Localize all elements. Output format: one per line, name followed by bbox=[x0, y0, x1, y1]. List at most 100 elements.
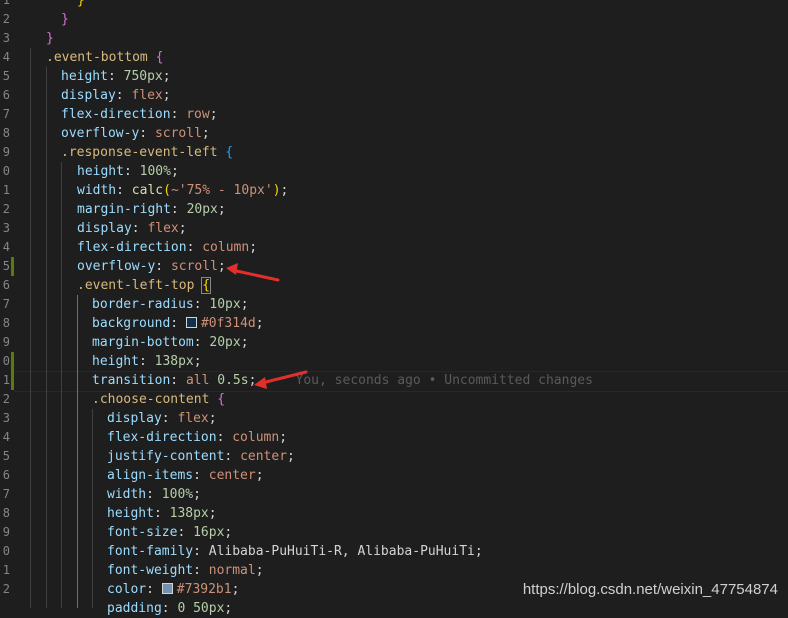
git-modified-marker bbox=[11, 352, 14, 371]
indent-guide bbox=[30, 48, 31, 608]
code-line: margin-right: 20px; bbox=[77, 202, 226, 217]
code-line: height: 100%; bbox=[77, 164, 179, 179]
opening-brace: { bbox=[201, 277, 212, 294]
color-swatch[interactable] bbox=[161, 583, 173, 594]
line-number: 0 bbox=[2, 354, 10, 368]
code-line: } bbox=[46, 29, 54, 48]
css-property: display bbox=[107, 411, 162, 426]
css-property: height bbox=[77, 164, 124, 179]
line-number: 6 bbox=[2, 468, 10, 482]
line-number: 6 bbox=[2, 278, 10, 292]
code-line: font-weight: normal; bbox=[107, 563, 264, 578]
line-number: 0 bbox=[2, 164, 10, 178]
red-arrow-icon bbox=[226, 263, 280, 282]
line-number: 2 bbox=[2, 12, 10, 26]
css-property: font-family bbox=[107, 544, 194, 559]
line-number: 3 bbox=[2, 221, 10, 235]
css-selector: .event-left-top bbox=[77, 278, 195, 293]
css-property: height bbox=[107, 506, 154, 521]
code-line: font-size: 16px; bbox=[107, 525, 233, 540]
css-property: overflow-y bbox=[61, 126, 140, 141]
closing-brace: } bbox=[46, 31, 54, 46]
code-line: font-family: Alibaba-PuHuiTi-R, Alibaba-… bbox=[107, 544, 483, 559]
line-number: 1 bbox=[2, 0, 10, 7]
css-property: background bbox=[92, 316, 171, 331]
code-line: } bbox=[61, 10, 69, 29]
code-line: margin-bottom: 20px; bbox=[92, 335, 249, 350]
opening-brace: { bbox=[217, 392, 226, 407]
line-number: 6 bbox=[2, 88, 10, 102]
code-line: border-radius: 10px; bbox=[92, 297, 249, 312]
css-value: all bbox=[185, 373, 210, 388]
css-value: 16px bbox=[193, 525, 225, 540]
code-line: height: 138px; bbox=[107, 506, 217, 521]
line-number: 4 bbox=[2, 430, 10, 444]
css-property: width bbox=[107, 487, 147, 502]
line-number: 3 bbox=[2, 411, 10, 425]
code-line: padding: 0 50px; bbox=[107, 601, 233, 616]
line-number: 1 bbox=[2, 183, 10, 197]
code-line: width: calc(~'75% - 10px'); bbox=[77, 183, 289, 198]
css-value: #7392b1 bbox=[176, 582, 232, 597]
css-value: center bbox=[208, 468, 256, 483]
closing-brace: } bbox=[61, 12, 69, 27]
closing-brace: } bbox=[77, 0, 85, 8]
code-line: align-items: center; bbox=[107, 468, 264, 483]
css-selector: .event-bottom bbox=[46, 50, 148, 65]
opening-brace: { bbox=[225, 145, 234, 160]
css-property: height bbox=[61, 69, 108, 84]
code-line: flex-direction: column; bbox=[77, 240, 258, 255]
css-property: flex-direction bbox=[107, 430, 217, 445]
css-string: ~'75% - 10px' bbox=[170, 183, 273, 198]
line-number-gutter: 1 2 3 4 5 6 7 8 9 0 1 2 3 4 5 6 7 8 9 0 … bbox=[0, 0, 14, 608]
css-value: 138px bbox=[169, 506, 209, 521]
code-line: .event-bottom { bbox=[46, 48, 163, 67]
code-line: flex-direction: row; bbox=[61, 107, 218, 122]
git-blame-annotation: You, seconds ago • Uncommitted changes bbox=[295, 373, 593, 388]
css-value: 20px bbox=[209, 335, 241, 350]
css-value: center bbox=[240, 449, 288, 464]
css-property: padding bbox=[107, 601, 162, 616]
code-line: justify-content: center; bbox=[107, 449, 295, 464]
css-property: color bbox=[107, 582, 147, 597]
code-editor[interactable]: } } } .event-bottom { height: 750px; dis… bbox=[16, 0, 788, 616]
red-arrow-icon bbox=[254, 370, 308, 389]
line-number: 5 bbox=[2, 449, 10, 463]
css-value: Alibaba-PuHuiTi-R, Alibaba-PuHuiTi bbox=[208, 544, 475, 559]
opening-brace: { bbox=[155, 50, 164, 65]
css-value: flex bbox=[147, 221, 179, 236]
css-value: scroll bbox=[154, 126, 202, 141]
line-number: 0 bbox=[2, 544, 10, 558]
color-swatch[interactable] bbox=[185, 317, 197, 328]
css-property: border-radius bbox=[92, 297, 194, 312]
indent-guide bbox=[92, 409, 93, 608]
css-selector: .response-event-left bbox=[61, 145, 218, 160]
indent-guide bbox=[61, 162, 62, 608]
line-number: 7 bbox=[2, 107, 10, 121]
line-number: 7 bbox=[2, 297, 10, 311]
indent-guide-active bbox=[77, 295, 78, 608]
css-selector: .choose-content bbox=[92, 392, 210, 407]
css-property: margin-right bbox=[77, 202, 171, 217]
line-number: 2 bbox=[2, 582, 10, 596]
css-property: height bbox=[92, 354, 139, 369]
css-value: flex bbox=[177, 411, 209, 426]
line-number: 5 bbox=[2, 69, 10, 83]
css-value: 20px bbox=[186, 202, 218, 217]
css-value: 138px bbox=[154, 354, 194, 369]
css-property: justify-content bbox=[107, 449, 225, 464]
code-line: .event-left-top { bbox=[77, 276, 212, 295]
code-line: background: #0f314d; bbox=[92, 316, 264, 331]
css-property: display bbox=[61, 88, 116, 103]
line-number: 1 bbox=[2, 563, 10, 577]
line-number: 7 bbox=[2, 487, 10, 501]
css-value: column bbox=[232, 430, 280, 445]
css-property: flex-direction bbox=[77, 240, 187, 255]
css-value: normal bbox=[208, 563, 256, 578]
line-number: 9 bbox=[2, 335, 10, 349]
indent-guide bbox=[46, 67, 47, 608]
css-value: row bbox=[186, 107, 210, 122]
css-property: font-size bbox=[107, 525, 178, 540]
code-line: color: #7392b1; bbox=[107, 582, 240, 597]
line-number: 3 bbox=[2, 31, 10, 45]
